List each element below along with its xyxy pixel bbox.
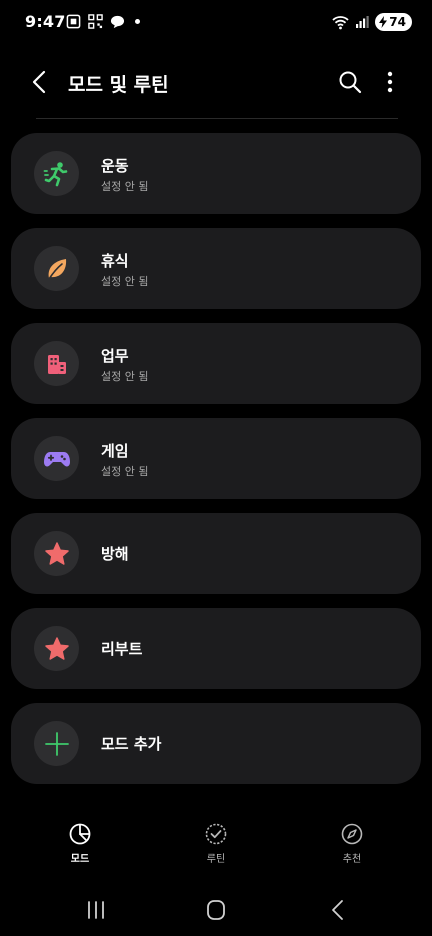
mode-card-work[interactable]: 업무 설정 안 됨: [11, 323, 421, 404]
chat-bubble-icon: [110, 15, 125, 29]
page-title: 모드 및 루틴: [68, 74, 169, 96]
battery-level: 74: [389, 15, 406, 29]
mode-list: 운동 설정 안 됨 휴식 설정 안 됨 업무 설정 안 됨 게임 설정 안 됨 …: [11, 133, 421, 798]
more-notifications-dot: [135, 19, 140, 24]
search-icon[interactable]: [336, 68, 364, 96]
signal-icon: [356, 16, 369, 28]
home-icon[interactable]: [202, 898, 230, 922]
back-nav-icon[interactable]: [324, 898, 352, 922]
screenshot-icon: [66, 14, 81, 29]
app-bar: 모드 및 루틴: [0, 58, 432, 106]
mode-name: 휴식: [101, 252, 129, 270]
mode-icon-circle: [34, 721, 79, 766]
recent-apps-icon[interactable]: [82, 898, 110, 922]
gamepad-icon: [43, 451, 70, 466]
mode-card-relax[interactable]: 휴식 설정 안 됨: [11, 228, 421, 309]
building-icon: [47, 354, 66, 374]
mode-status: 설정 안 됨: [101, 370, 149, 383]
mode-status: 설정 안 됨: [101, 465, 149, 478]
tab-label: 루틴: [206, 854, 226, 865]
tab-label: 모드: [70, 854, 90, 865]
mode-icon-circle: [34, 341, 79, 386]
check-circle-icon: [205, 823, 227, 845]
star-icon: [44, 541, 69, 565]
qr-code-icon: [88, 14, 103, 29]
mode-card-reboot[interactable]: 리부트: [11, 608, 421, 689]
mode-name: 모드 추가: [101, 735, 162, 753]
mode-name: 게임: [101, 442, 129, 460]
mode-icon-circle: [34, 436, 79, 481]
notification-icons: [66, 14, 140, 29]
mode-status: 설정 안 됨: [101, 275, 149, 288]
compass-icon: [341, 823, 363, 845]
mode-name: 방해: [101, 545, 129, 563]
mode-name: 운동: [101, 157, 129, 175]
pie-chart-icon: [69, 823, 91, 845]
mode-card-disturb[interactable]: 방해: [11, 513, 421, 594]
plus-icon: [44, 731, 69, 756]
back-button[interactable]: [26, 68, 54, 96]
wifi-icon: [332, 15, 349, 29]
tab-routines[interactable]: 루틴: [171, 822, 261, 865]
mode-icon-circle: [34, 626, 79, 671]
bottom-navigation: 모드 루틴 추천: [0, 822, 432, 874]
mode-name: 업무: [101, 347, 129, 365]
tab-label: 추천: [342, 854, 362, 865]
tab-recommendations[interactable]: 추천: [307, 822, 397, 865]
mode-card-exercise[interactable]: 운동 설정 안 됨: [11, 133, 421, 214]
tab-modes[interactable]: 모드: [35, 822, 125, 865]
mode-icon-circle: [34, 531, 79, 576]
mode-icon-circle: [34, 151, 79, 196]
leaf-icon: [47, 258, 66, 280]
mode-name: 리부트: [101, 640, 143, 658]
charging-bolt-icon: [379, 16, 388, 28]
add-mode-button[interactable]: 모드 추가: [11, 703, 421, 784]
mode-status: 설정 안 됨: [101, 180, 149, 193]
mode-card-game[interactable]: 게임 설정 안 됨: [11, 418, 421, 499]
system-navigation-bar: [0, 890, 432, 930]
battery-indicator: 74: [375, 13, 412, 31]
status-time: 9:47: [25, 12, 66, 31]
header-divider: [36, 118, 398, 119]
running-person-icon: [43, 161, 67, 186]
more-options-icon[interactable]: [378, 68, 402, 96]
status-bar: 9:47 74: [0, 0, 432, 44]
system-status-icons: 74: [332, 13, 412, 31]
mode-icon-circle: [34, 246, 79, 291]
star-icon: [44, 636, 69, 660]
